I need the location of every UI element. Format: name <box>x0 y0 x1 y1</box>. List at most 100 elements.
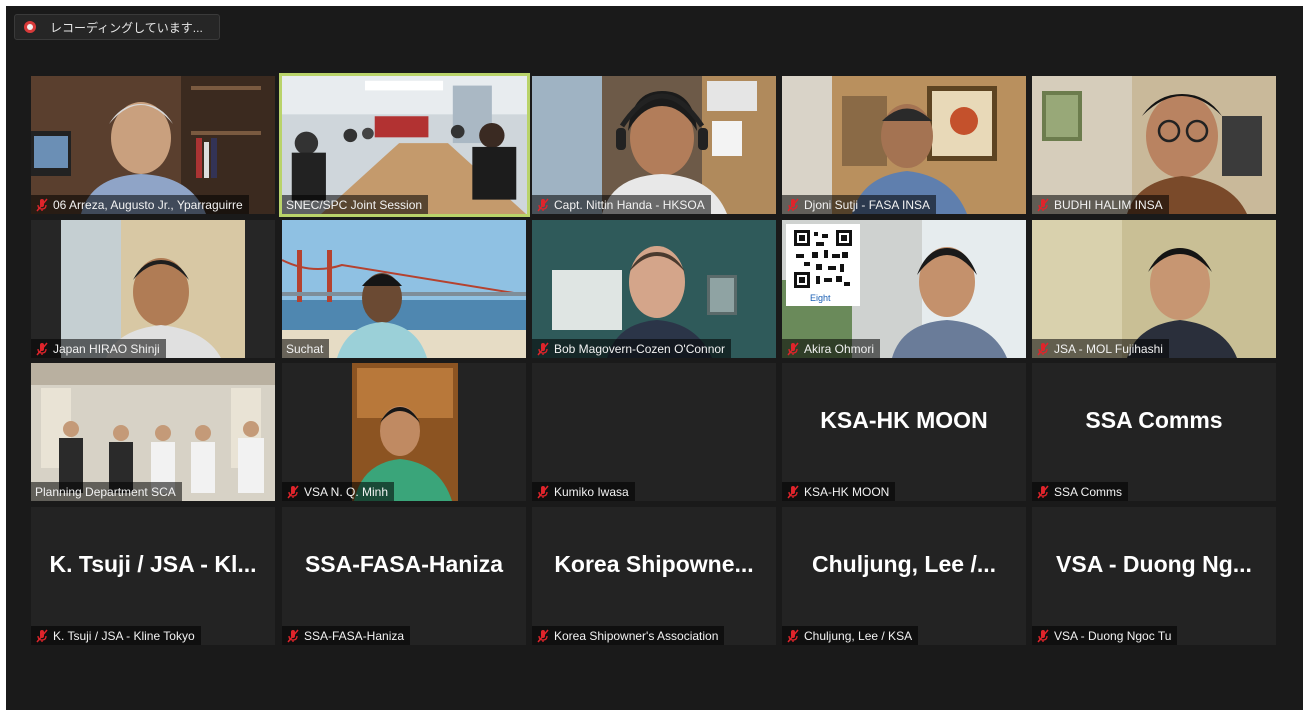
video-tile[interactable]: VSA - Duong Ng... VSA - Duong Ngoc Tu <box>1032 507 1276 645</box>
video-tile[interactable]: Bob Magovern-Cozen O'Connor <box>532 220 776 358</box>
participant-name: SNEC/SPC Joint Session <box>286 197 423 212</box>
participant-name: SSA-FASA-Haniza <box>304 628 405 643</box>
mic-muted-icon <box>1036 342 1050 356</box>
participant-video <box>31 220 275 358</box>
participant-display-name: Korea Shipowne... <box>554 551 754 577</box>
video-tile[interactable]: Japan HIRAO Shinji <box>31 220 275 358</box>
mic-muted-icon <box>786 342 800 356</box>
mic-muted-icon <box>35 342 49 356</box>
mic-muted-icon <box>286 629 300 643</box>
mic-muted-icon <box>536 198 550 212</box>
participant-display-name: SSA Comms <box>1085 407 1223 433</box>
participant-name: VSA - Duong Ngoc Tu <box>1054 628 1172 643</box>
video-tile[interactable]: VSA N. Q. Minh <box>282 363 526 501</box>
participant-video <box>1032 76 1276 214</box>
participant-name: Chuljung, Lee / KSA <box>804 628 913 643</box>
video-tile[interactable]: SSA-FASA-Haniza SSA-FASA-Haniza <box>282 507 526 645</box>
participant-name-label: BUDHI HALIM INSA <box>1032 195 1169 214</box>
participant-name-label: Chuljung, Lee / KSA <box>782 626 919 645</box>
video-tile[interactable]: Eight Akira Ohmori <box>782 220 1026 358</box>
participant-video <box>782 220 1026 358</box>
participant-name: BUDHI HALIM INSA <box>1054 197 1163 212</box>
participant-name: Capt. Nittin Handa - HKSOA <box>554 197 705 212</box>
participant-name: 06 Arreza, Augusto Jr., Yparraguirre <box>53 197 243 212</box>
video-tile[interactable]: Capt. Nittin Handa - HKSOA <box>532 76 776 214</box>
qr-code-icon <box>792 228 854 290</box>
participant-name: Planning Department SCA <box>35 484 176 499</box>
participant-name: Bob Magovern-Cozen O'Connor <box>554 341 726 356</box>
mic-muted-icon <box>536 485 550 499</box>
participant-video <box>532 220 776 358</box>
participant-name-label: Planning Department SCA <box>31 482 182 501</box>
video-tile[interactable]: Kumiko Iwasa <box>532 363 776 501</box>
participant-name: Suchat <box>286 341 324 356</box>
participant-name: KSA-HK MOON <box>804 484 890 499</box>
participant-name-label: SSA Comms <box>1032 482 1129 501</box>
participant-name-label: VSA - Duong Ngoc Tu <box>1032 626 1178 645</box>
recording-label: レコーディングしています... <box>50 20 203 35</box>
mic-muted-icon <box>1036 629 1050 643</box>
video-tile[interactable]: 06 Arreza, Augusto Jr., Yparraguirre <box>31 76 275 214</box>
video-tile[interactable]: Planning Department SCA <box>31 363 275 501</box>
participant-name: VSA N. Q. Minh <box>304 484 389 499</box>
mic-muted-icon <box>786 629 800 643</box>
mic-muted-icon <box>536 342 550 356</box>
participant-name: Akira Ohmori <box>804 341 875 356</box>
video-tile[interactable]: Korea Shipowne... Korea Shipowner's Asso… <box>532 507 776 645</box>
participant-video <box>282 220 526 358</box>
video-tile[interactable]: Djoni Sutji - FASA INSA <box>782 76 1026 214</box>
mic-muted-icon <box>536 629 550 643</box>
video-tile[interactable]: BUDHI HALIM INSA <box>1032 76 1276 214</box>
participant-name-label: VSA N. Q. Minh <box>282 482 395 501</box>
participant-display-name: SSA-FASA-Haniza <box>304 551 504 577</box>
participant-video <box>31 363 275 501</box>
video-tile-active-speaker[interactable]: SNEC/SPC Joint Session <box>279 73 530 217</box>
participant-display-name: Chuljung, Lee /... <box>812 551 996 577</box>
recording-indicator[interactable]: レコーディングしています... <box>14 14 220 40</box>
mic-muted-icon <box>786 485 800 499</box>
participant-name-label: K. Tsuji / JSA - Kline Tokyo <box>31 626 201 645</box>
participant-name-label: Djoni Sutji - FASA INSA <box>782 195 937 214</box>
mic-muted-icon <box>1036 198 1050 212</box>
participant-video <box>282 76 527 214</box>
participant-name-label: 06 Arreza, Augusto Jr., Yparraguirre <box>31 195 249 214</box>
video-tile[interactable]: K. Tsuji / JSA - Kl... K. Tsuji / JSA - … <box>31 507 275 645</box>
qr-brand-label: Eight <box>810 293 831 303</box>
participant-name-label: Kumiko Iwasa <box>532 482 635 501</box>
video-tile[interactable]: JSA - MOL Fujihashi <box>1032 220 1276 358</box>
participant-video <box>31 76 275 214</box>
mic-muted-icon <box>786 198 800 212</box>
participant-name-label: Korea Shipowner's Association <box>532 626 725 645</box>
participant-video <box>282 363 526 501</box>
record-dot-icon <box>24 21 36 33</box>
participant-name: Djoni Sutji - FASA INSA <box>804 197 931 212</box>
video-tile[interactable]: KSA-HK MOON KSA-HK MOON <box>782 363 1026 501</box>
participant-name-label: Akira Ohmori <box>782 339 881 358</box>
mic-muted-icon <box>35 629 49 643</box>
participant-name-label: Japan HIRAO Shinji <box>31 339 166 358</box>
participant-display-name: VSA - Duong Ng... <box>1056 551 1252 577</box>
mic-muted-icon <box>35 198 49 212</box>
participant-name-label: JSA - MOL Fujihashi <box>1032 339 1169 358</box>
mic-muted-icon <box>286 485 300 499</box>
participant-name: Japan HIRAO Shinji <box>53 341 160 356</box>
participant-display-name: K. Tsuji / JSA - Kl... <box>49 551 257 577</box>
participant-name-label: KSA-HK MOON <box>782 482 896 501</box>
participant-video <box>782 76 1026 214</box>
participant-name: Kumiko Iwasa <box>554 484 629 499</box>
meeting-window: レコーディングしています... 06 Arreza, Augusto Jr., … <box>6 6 1303 710</box>
participant-name-label: SSA-FASA-Haniza <box>282 626 411 645</box>
participant-video <box>1032 220 1276 358</box>
video-tile[interactable]: SSA Comms SSA Comms <box>1032 363 1276 501</box>
participant-display-name: KSA-HK MOON <box>820 407 988 433</box>
participant-name-label: Bob Magovern-Cozen O'Connor <box>532 339 732 358</box>
participant-name-label: Suchat <box>282 339 330 358</box>
mic-muted-icon <box>1036 485 1050 499</box>
participant-name: K. Tsuji / JSA - Kline Tokyo <box>53 628 195 643</box>
participant-name: Korea Shipowner's Association <box>554 628 719 643</box>
video-tile[interactable]: Suchat <box>282 220 526 358</box>
participant-name-label: Capt. Nittin Handa - HKSOA <box>532 195 711 214</box>
video-tile[interactable]: Chuljung, Lee /... Chuljung, Lee / KSA <box>782 507 1026 645</box>
participant-name: SSA Comms <box>1054 484 1123 499</box>
participant-name-label: SNEC/SPC Joint Session <box>282 195 429 214</box>
